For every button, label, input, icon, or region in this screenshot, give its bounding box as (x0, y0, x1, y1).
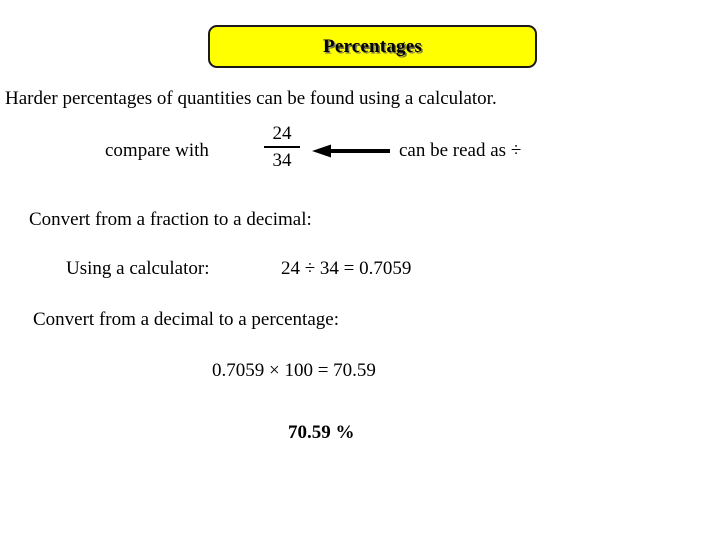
fraction-numerator: 24 (272, 123, 292, 144)
slide-canvas: Percentages Harder percentages of quanti… (0, 0, 720, 540)
fraction-denominator: 34 (272, 150, 292, 171)
page-title: Percentages (323, 35, 422, 57)
step2-calculation: 0.7059 × 100 = 70.59 (212, 360, 376, 381)
compare-with-label: compare with (105, 140, 209, 161)
intro-text: Harder percentages of quantities can be … (5, 88, 497, 109)
left-arrow-icon (312, 144, 390, 158)
step2-heading: Convert from a decimal to a percentage: (33, 309, 339, 330)
step1-calculation: 24 ÷ 34 = 0.7059 (281, 258, 412, 279)
step1-heading: Convert from a fraction to a decimal: (29, 209, 312, 230)
title-banner: Percentages (208, 25, 537, 68)
step1-label: Using a calculator: (66, 258, 210, 279)
fraction-24-over-34: 24 34 (264, 124, 300, 170)
final-answer: 70.59 % (288, 422, 355, 443)
read-as-text: can be read as ÷ (399, 140, 522, 161)
